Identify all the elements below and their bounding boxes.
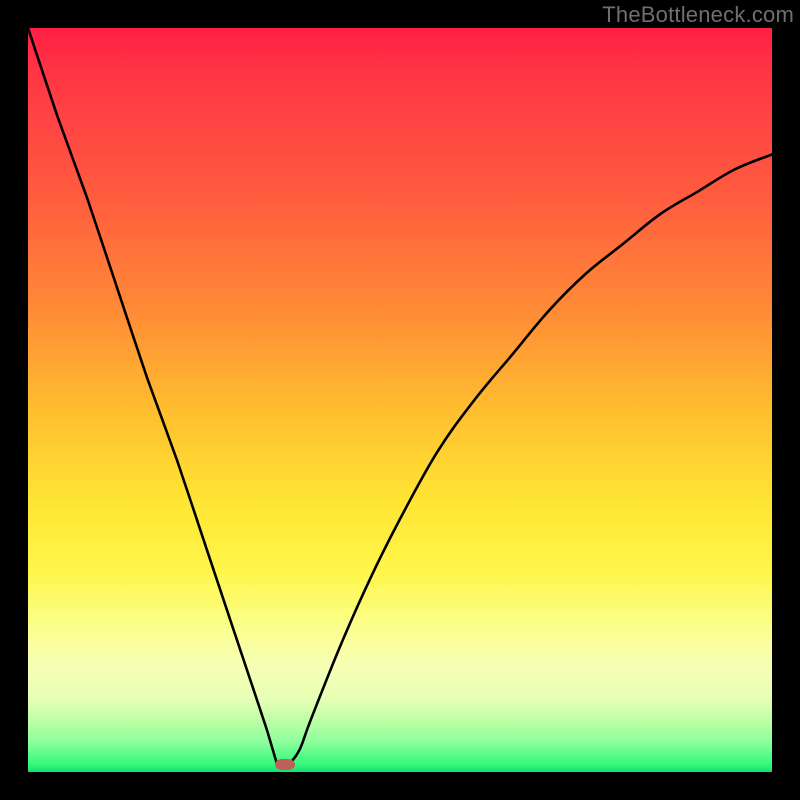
watermark-text: TheBottleneck.com (602, 2, 794, 28)
chart-frame: TheBottleneck.com (0, 0, 800, 800)
curve-path (28, 28, 772, 767)
optimal-point-marker (275, 759, 295, 770)
plot-area (28, 28, 772, 772)
bottleneck-curve (28, 28, 772, 772)
